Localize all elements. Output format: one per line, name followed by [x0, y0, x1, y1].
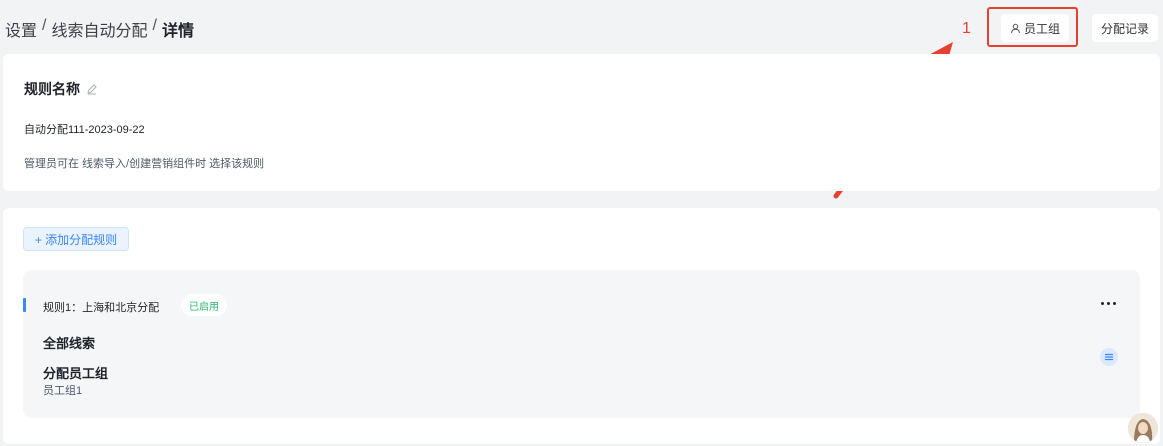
breadcrumb-settings[interactable]: 设置 [5, 17, 37, 41]
breadcrumb-lead-auto-assign[interactable]: 线索自动分配 [51, 17, 147, 41]
employee-group-button[interactable]: 员工组 [1001, 14, 1069, 42]
edit-icon[interactable] [86, 83, 98, 95]
rule-scope: 全部线索 [43, 336, 96, 351]
employee-group-label: 员工组 [1023, 21, 1060, 36]
rule-name-title: 规则名称 [24, 81, 80, 97]
rule-item: 规则1：上海和北京分配 已启用 全部线索 分配员工组 员工组1 [23, 270, 1140, 418]
top-bar: 设置 / 线索自动分配 / 详情 1 员工组 分配记录 [0, 0, 1163, 54]
user-icon [1010, 23, 1021, 34]
rule-name-row: 规则名称 [24, 79, 98, 99]
avatar[interactable] [1128, 413, 1158, 443]
breadcrumb-separator: / [42, 17, 47, 34]
list-icon[interactable] [1100, 348, 1118, 366]
rule-accent-bar [23, 298, 26, 312]
rule-name-value: 自动分配111-2023-09-22 [24, 124, 145, 136]
rule-description: 管理员可在 线索导入/创建营销组件时 选择该规则 [24, 158, 265, 170]
breadcrumb-separator: / [152, 17, 157, 34]
assign-records-button[interactable]: 分配记录 [1092, 14, 1158, 42]
assign-group-value: 员工组1 [43, 385, 83, 397]
breadcrumb-current: 详情 [161, 23, 194, 40]
breadcrumb: 设置 / 线索自动分配 / 详情 [5, 17, 194, 41]
assign-group-title: 分配员工组 [43, 366, 109, 381]
status-badge: 已启用 [181, 294, 227, 316]
rule-info-card: 规则名称 自动分配111-2023-09-22 管理员可在 线索导入/创建营销组… [3, 54, 1160, 191]
add-rule-button[interactable]: + 添加分配规则 [23, 227, 129, 251]
rule-title: 规则1：上海和北京分配 [43, 302, 160, 314]
annotation-number: 1 [962, 20, 971, 37]
more-options-icon[interactable] [1098, 296, 1118, 310]
rules-section-card: + 添加分配规则 规则1：上海和北京分配 已启用 全部线索 分配员工组 员工组1 [3, 208, 1160, 444]
